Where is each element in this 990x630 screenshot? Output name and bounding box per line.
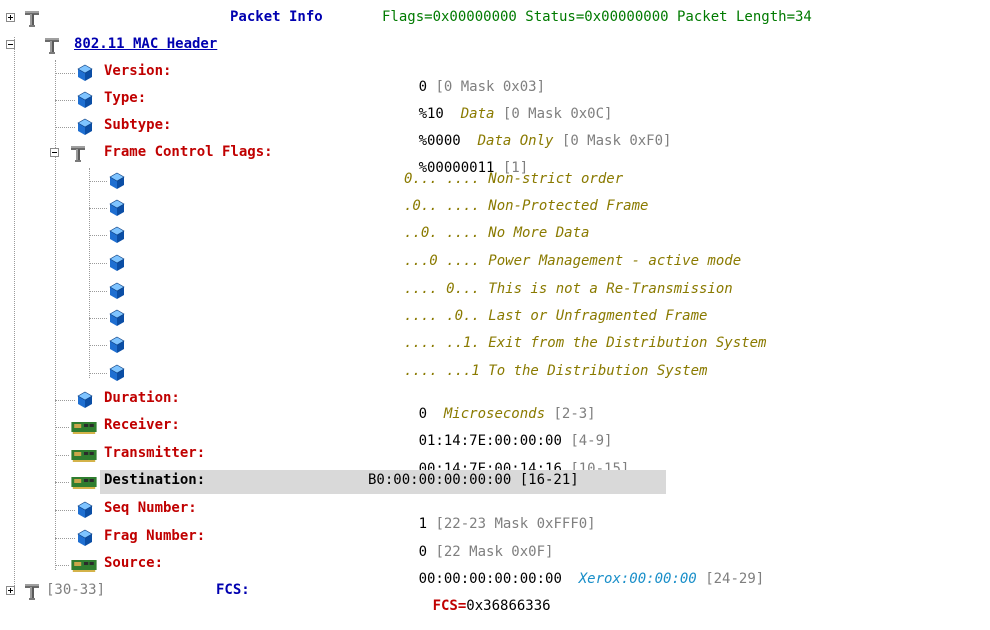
network-card-icon (70, 445, 98, 465)
blue-cube-icon (75, 117, 95, 137)
field-label: Destination: (104, 472, 206, 488)
flag-bit-text: .... .0.. Last or Unfragmented Frame (404, 308, 708, 324)
mac-header-label: 802.11 MAC Header (74, 36, 218, 52)
tree-row-frame-control-flags[interactable]: Frame Control Flags: %00000011 [1] (0, 140, 990, 176)
field-label: Transmitter: (104, 445, 206, 461)
field-value: B0:00:00:00:00:00 [16-21] (368, 472, 579, 488)
tree-row-version[interactable]: Version: 0 [0 Mask 0x03] (0, 59, 990, 95)
field-label: Duration: (104, 390, 180, 406)
blue-cube-icon (75, 528, 95, 548)
tree-connector (55, 427, 69, 428)
wrench-icon (68, 144, 88, 164)
blue-cube-icon (75, 90, 95, 110)
tree-connector (89, 318, 107, 319)
flag-bit-text: .... ..1. Exit from the Distribution Sys… (404, 335, 767, 351)
tree-connector (55, 482, 69, 483)
tree-row-flag-bit[interactable]: 0... .... Non-strict order (0, 167, 990, 194)
blue-cube-icon (75, 500, 95, 520)
tree-connector (55, 400, 75, 401)
fcs-range: [30-33] (46, 582, 106, 598)
tree-connector (89, 181, 107, 182)
tree-row-type[interactable]: Type: %10 Data [0 Mask 0x0C] (0, 86, 990, 122)
blue-cube-icon (75, 390, 95, 410)
tree-row-duration[interactable]: Duration: 0 Microseconds [2-3] (0, 386, 990, 422)
tree-row-flag-bit[interactable]: ...0 .... Power Management - active mode (0, 249, 990, 276)
field-label: Seq Number: (104, 500, 197, 516)
tree-connector (55, 510, 75, 511)
tree-row-flag-bit[interactable]: .... .0.. Last or Unfragmented Frame (0, 304, 990, 331)
flag-bit-text: 0... .... Non-strict order (404, 171, 624, 187)
blue-cube-icon (107, 225, 127, 245)
wrench-icon (42, 36, 62, 56)
field-label: Subtype: (104, 117, 172, 133)
field-label: Source: (104, 555, 164, 571)
packet-info-label: Packet Info (230, 9, 323, 25)
blue-cube-icon (107, 308, 127, 328)
tree-row-subtype[interactable]: Subtype: %0000 Data Only [0 Mask 0xF0] (0, 113, 990, 149)
blue-cube-icon (75, 63, 95, 83)
flag-bit-text: .... 0... This is not a Re-Transmission (404, 281, 733, 297)
tree-row-flag-bit[interactable]: .... ...1 To the Distribution System (0, 359, 990, 386)
tree-row-fcs[interactable]: [30-33] FCS: FCS=0x36866336 (0, 578, 990, 614)
tree-connector (89, 345, 107, 346)
tree-connector (89, 263, 107, 264)
network-card-icon (70, 555, 98, 575)
tree-row-mac-header[interactable]: 802.11 MAC Header (0, 32, 990, 59)
tree-connector (55, 538, 75, 539)
expand-toggle[interactable] (6, 13, 15, 22)
tree-connector (55, 455, 69, 456)
fcs-value: FCS=0x36866336 (432, 598, 551, 614)
flag-bit-text: .0.. .... Non-Protected Frame (404, 198, 649, 214)
tree-connector (55, 73, 75, 74)
field-label: Frame Control Flags: (104, 144, 273, 160)
flag-bit-text: ..0. .... No More Data (404, 225, 590, 241)
tree-row-flag-bit[interactable]: .0.. .... Non-Protected Frame (0, 194, 990, 221)
tree-connector (89, 373, 107, 374)
tree-row-packet-info[interactable]: Packet Info Flags=0x00000000 Status=0x00… (0, 5, 990, 32)
network-card-icon (70, 472, 98, 492)
blue-cube-icon (107, 198, 127, 218)
tree-row-frag-number[interactable]: Frag Number: 0 [22 Mask 0x0F] (0, 524, 990, 560)
packet-decode-tree: Packet Info Flags=0x00000000 Status=0x00… (0, 0, 990, 614)
tree-row-transmitter[interactable]: Transmitter: 00:14:7E:00:14:16 [10-15] (0, 441, 990, 477)
tree-row-destination-selected[interactable]: Destination: B0:00:00:00:00:00 [16-21] (0, 468, 990, 495)
tree-row-flag-bit[interactable]: ..0. .... No More Data (0, 221, 990, 248)
tree-row-source[interactable]: Source: 00:00:00:00:00:00 Xerox:00:00:00… (0, 551, 990, 587)
packet-info-summary: Flags=0x00000000 Status=0x00000000 Packe… (382, 9, 812, 25)
blue-cube-icon (107, 281, 127, 301)
wrench-icon (22, 582, 42, 602)
tree-connector (89, 291, 107, 292)
field-label: Frag Number: (104, 528, 206, 544)
tree-connector (55, 100, 75, 101)
wrench-icon (22, 9, 42, 29)
tree-row-flag-bit[interactable]: .... ..1. Exit from the Distribution Sys… (0, 331, 990, 358)
blue-cube-icon (107, 171, 127, 191)
flag-bit-text: .... ...1 To the Distribution System (404, 363, 708, 379)
tree-connector (89, 208, 107, 209)
collapse-toggle[interactable] (50, 148, 59, 157)
tree-row-seq-number[interactable]: Seq Number: 1 [22-23 Mask 0xFFF0] (0, 496, 990, 532)
field-label: Type: (104, 90, 147, 106)
collapse-toggle[interactable] (6, 40, 15, 49)
blue-cube-icon (107, 253, 127, 273)
tree-connector (55, 127, 75, 128)
flag-bit-text: ...0 .... Power Management - active mode (404, 253, 742, 269)
blue-cube-icon (107, 363, 127, 383)
tree-row-receiver[interactable]: Receiver: 01:14:7E:00:00:00 [4-9] (0, 413, 990, 449)
expand-toggle[interactable] (6, 586, 15, 595)
network-card-icon (70, 417, 98, 437)
fcs-label: FCS: (216, 582, 250, 598)
blue-cube-icon (107, 335, 127, 355)
tree-connector (55, 565, 69, 566)
field-label: Version: (104, 63, 172, 79)
tree-connector (89, 235, 107, 236)
tree-row-flag-bit[interactable]: .... 0... This is not a Re-Transmission (0, 277, 990, 304)
field-label: Receiver: (104, 417, 180, 433)
